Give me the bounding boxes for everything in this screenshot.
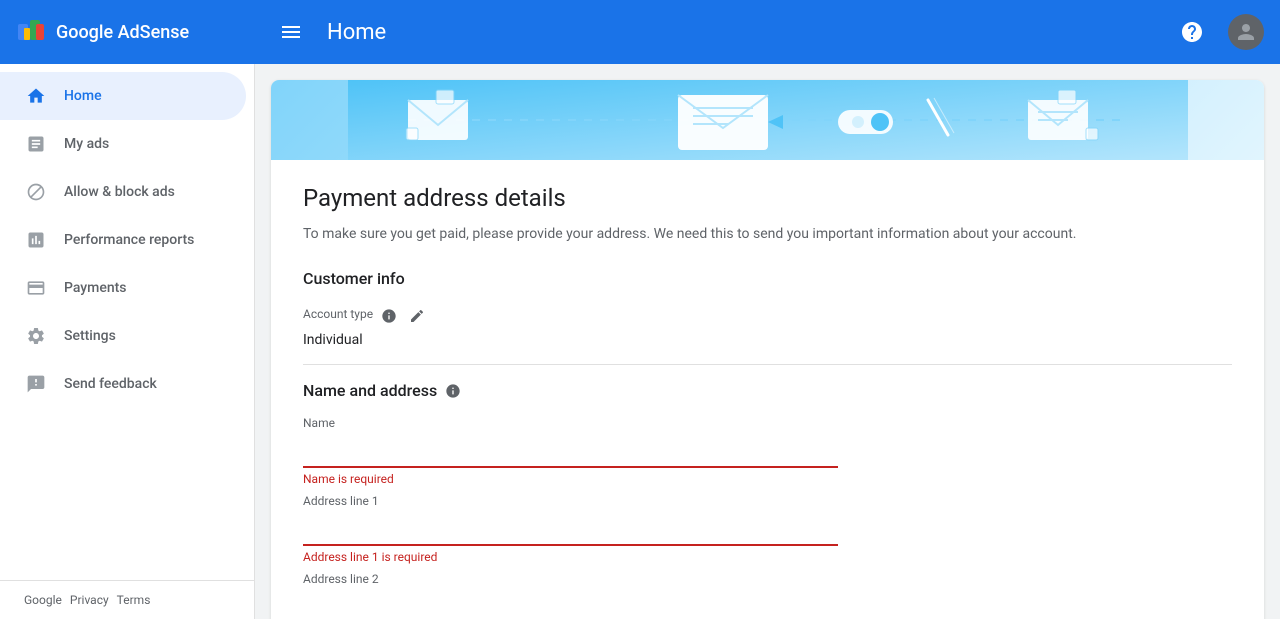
address-line2-field-label: Address line 2 <box>303 572 1232 586</box>
top-nav: Google AdSense Home <box>0 0 1280 64</box>
name-and-address-title: Name and address <box>303 381 437 400</box>
account-type-edit-button[interactable] <box>405 304 429 328</box>
sidebar-item-performance-label: Performance reports <box>64 232 194 248</box>
google-adsense-logo: Google AdSense <box>16 16 189 48</box>
sidebar-item-home-label: Home <box>64 88 102 104</box>
sidebar-item-feedback-label: Send feedback <box>64 376 157 392</box>
main-content: Payment address details To make sure you… <box>255 64 1280 619</box>
sidebar-footer: Google Privacy Terms <box>0 580 254 619</box>
user-avatar[interactable] <box>1228 14 1264 50</box>
help-button[interactable] <box>1172 12 1212 52</box>
account-type-info-icon[interactable] <box>381 308 397 324</box>
hamburger-button[interactable] <box>271 12 311 52</box>
sidebar-item-allow-block[interactable]: Allow & block ads <box>0 168 246 216</box>
sidebar: Home My ads Allow & block ads <box>0 64 255 619</box>
account-type-value: Individual <box>303 332 1232 348</box>
top-nav-center: Home <box>271 12 1172 52</box>
address-line2-field-group: Address line 2 <box>303 572 1232 619</box>
account-type-field: Account type Individual <box>303 304 1232 348</box>
adsense-logo-icon <box>16 16 48 48</box>
top-nav-left: Google AdSense <box>16 16 271 48</box>
address-line1-field-group: Address line 1 Address line 1 is require… <box>303 494 1232 564</box>
sidebar-item-my-ads[interactable]: My ads <box>0 120 246 168</box>
sidebar-item-payments[interactable]: Payments <box>0 264 246 312</box>
banner-illustration <box>348 80 1188 160</box>
sidebar-item-settings-label: Settings <box>64 328 116 344</box>
sidebar-item-home[interactable]: Home <box>0 72 246 120</box>
customer-info-title: Customer info <box>303 269 1232 288</box>
nav-title: Home <box>327 20 386 45</box>
form-content: Payment address details To make sure you… <box>271 160 1264 619</box>
logo-text: Google AdSense <box>56 22 189 43</box>
name-address-info-icon[interactable] <box>445 383 461 399</box>
divider <box>303 364 1232 365</box>
name-field-label: Name <box>303 416 1232 430</box>
account-type-label: Account type <box>303 307 373 321</box>
page-description: To make sure you get paid, please provid… <box>303 224 1232 245</box>
performance-icon <box>24 228 48 252</box>
page-title: Payment address details <box>303 184 1232 212</box>
name-error-message: Name is required <box>303 472 1232 486</box>
customer-info-section: Customer info Account type Individual <box>303 269 1232 619</box>
main-layout: Home My ads Allow & block ads <box>0 64 1280 619</box>
sidebar-item-allow-block-label: Allow & block ads <box>64 184 175 200</box>
footer-privacy-link[interactable]: Privacy <box>70 593 109 607</box>
sidebar-item-feedback[interactable]: Send feedback <box>0 360 246 408</box>
settings-icon <box>24 324 48 348</box>
my-ads-icon <box>24 132 48 156</box>
footer-google-link[interactable]: Google <box>24 593 62 607</box>
banner <box>271 80 1264 160</box>
sidebar-item-performance[interactable]: Performance reports <box>0 216 246 264</box>
name-input[interactable] <box>303 434 838 468</box>
sidebar-nav: Home My ads Allow & block ads <box>0 64 254 416</box>
allow-block-icon <box>24 180 48 204</box>
sidebar-item-settings[interactable]: Settings <box>0 312 246 360</box>
name-field-group: Name Name is required <box>303 416 1232 486</box>
sidebar-item-payments-label: Payments <box>64 280 127 296</box>
address-line1-input[interactable] <box>303 512 838 546</box>
top-nav-right <box>1172 12 1264 52</box>
home-icon <box>24 84 48 108</box>
sidebar-item-my-ads-label: My ads <box>64 136 109 152</box>
content-card: Payment address details To make sure you… <box>271 80 1264 619</box>
payments-icon <box>24 276 48 300</box>
address-line2-input[interactable] <box>303 590 838 619</box>
address-line1-error-message: Address line 1 is required <box>303 550 1232 564</box>
name-and-address-header: Name and address <box>303 381 1232 400</box>
footer-terms-link[interactable]: Terms <box>117 593 151 607</box>
address-line1-field-label: Address line 1 <box>303 494 1232 508</box>
feedback-icon <box>24 372 48 396</box>
